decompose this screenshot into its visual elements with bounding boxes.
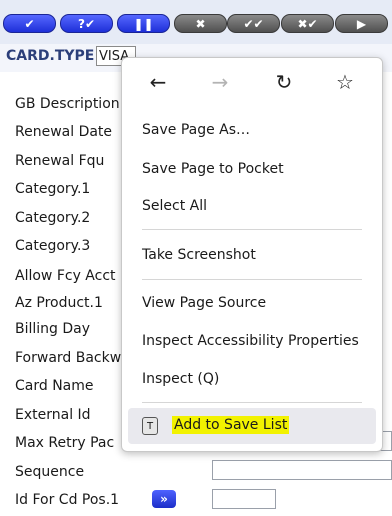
field-label: GB Description: [15, 96, 120, 112]
chevron-right-icon: »: [160, 492, 168, 506]
back-icon[interactable]: ←: [146, 70, 170, 94]
save-list-icon: T: [142, 417, 158, 435]
menu-item-add-to-save-list[interactable]: T Add to Save List: [128, 408, 376, 444]
field-label: Sequence: [15, 464, 85, 480]
reverse-icon[interactable]: ✖✔: [281, 14, 334, 33]
validate-icon[interactable]: ?✔: [60, 14, 113, 33]
toolbar: ✔ ?✔ ❚❚ ✖ ✔✔ ✖✔ ▶: [0, 0, 392, 44]
context-menu-nav: ← → ↻ ☆: [122, 58, 382, 108]
menu-item-take-screenshot[interactable]: Take Screenshot: [142, 247, 256, 263]
menu-item-inspect[interactable]: Inspect (Q): [142, 371, 219, 387]
bookmark-icon[interactable]: ☆: [333, 70, 357, 94]
hold-icon[interactable]: ❚❚: [117, 14, 170, 33]
menu-item-select-all[interactable]: Select All: [142, 198, 207, 214]
field-label: Az Product.1: [15, 295, 103, 311]
save-list-label: Add to Save List: [172, 416, 290, 434]
field-label: External Id: [15, 407, 91, 423]
id-for-cd-pos-input[interactable]: [212, 489, 276, 509]
reload-icon[interactable]: ↻: [272, 70, 296, 94]
sequence-input[interactable]: [212, 460, 392, 480]
field-label: Billing Day: [15, 321, 91, 337]
field-label: Forward Backw: [15, 350, 122, 366]
field-label: Allow Fcy Acct: [15, 268, 116, 284]
field-label: Max Retry Pac: [15, 435, 115, 451]
field-label: Category.1: [15, 181, 91, 197]
menu-item-save-to-pocket[interactable]: Save Page to Pocket: [142, 161, 284, 177]
commit-icon[interactable]: ✔: [3, 14, 56, 33]
delete-icon[interactable]: ✖: [174, 14, 227, 33]
expand-button[interactable]: »: [152, 490, 176, 508]
field-label: Id For Cd Pos.1: [15, 492, 120, 508]
menu-item-save-page-as[interactable]: Save Page As…: [142, 122, 250, 138]
authorise-icon[interactable]: ✔✔: [227, 14, 280, 33]
menu-item-inspect-accessibility[interactable]: Inspect Accessibility Properties: [142, 333, 359, 349]
menu-divider: [142, 402, 362, 403]
field-label: Renewal Date: [15, 124, 113, 140]
field-label: Category.2: [15, 210, 91, 226]
field-label: Card Name: [15, 378, 94, 394]
menu-divider: [142, 229, 362, 230]
menu-divider: [142, 279, 362, 280]
field-label: Category.3: [15, 238, 91, 254]
context-menu: ← → ↻ ☆ Save Page As… Save Page to Pocke…: [121, 57, 383, 452]
card-type-label: CARD.TYPE: [6, 48, 95, 64]
forward-icon: →: [211, 70, 229, 94]
forward-icon[interactable]: ▶: [335, 14, 388, 33]
field-label: Renewal Fqu: [15, 153, 105, 169]
menu-item-view-source[interactable]: View Page Source: [142, 295, 266, 311]
